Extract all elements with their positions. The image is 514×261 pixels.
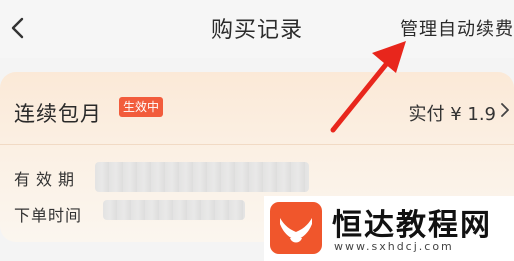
watermark: 恒达教程网 www.sxhdcj.com — [264, 196, 514, 261]
nav-bar: 购买记录 管理自动续费 — [0, 0, 514, 58]
chevron-right-icon[interactable] — [499, 101, 511, 119]
manage-auto-renew-button[interactable]: 管理自动续费 — [400, 15, 514, 41]
paid-label: 实付 — [408, 104, 445, 125]
paid-amount[interactable]: 实付 ¥ 1.9 — [408, 100, 496, 126]
subscription-name: 连续包月 — [14, 102, 102, 126]
order-time-value-redacted — [103, 200, 245, 220]
watermark-url: www.sxhdcj.com — [334, 240, 454, 253]
validity-label: 有效期 — [14, 170, 81, 189]
order-time-label: 下单时间 — [14, 206, 83, 225]
divider — [0, 144, 514, 145]
watermark-brand: 恒达教程网 — [332, 208, 492, 243]
paid-value: ¥ 1.9 — [450, 104, 496, 125]
validity-value-redacted — [95, 162, 309, 192]
site-logo-icon — [270, 202, 322, 254]
status-badge: 生效中 — [119, 97, 164, 117]
